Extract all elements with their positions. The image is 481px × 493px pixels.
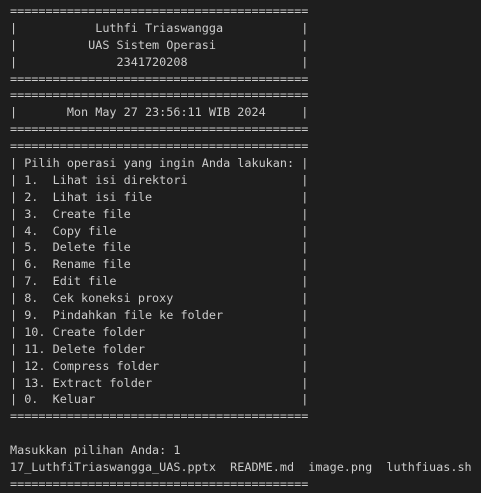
- header-name: | Luthfi Triaswangga |: [10, 20, 309, 35]
- menu-prompt: | Pilih operasi yang ingin Anda lakukan:…: [10, 156, 309, 171]
- menu-item-13: | 13. Extract folder |: [10, 375, 309, 390]
- menu-item-4: | 4. Copy file |: [10, 223, 309, 238]
- menu-item-7: | 7. Edit file |: [10, 274, 309, 289]
- terminal-output[interactable]: ========================================…: [0, 0, 481, 491]
- border-menu-bottom: ========================================…: [10, 409, 309, 424]
- border-menu-top: ========================================…: [10, 139, 309, 154]
- menu-item-6: | 6. Rename file |: [10, 257, 309, 272]
- date-time: | Mon May 27 23:56:11 WIB 2024 |: [10, 105, 309, 120]
- border-bottom: ========================================…: [10, 476, 309, 491]
- input-prompt: Masukkan pilihan Anda: 1: [10, 443, 181, 458]
- border-header-bottom: ========================================…: [10, 71, 309, 86]
- menu-item-3: | 3. Create file |: [10, 206, 309, 221]
- menu-item-5: | 5. Delete file |: [10, 240, 309, 255]
- menu-item-10: | 10. Create folder |: [10, 324, 309, 339]
- menu-item-8: | 8. Cek koneksi proxy |: [10, 291, 309, 306]
- border-date-top: ========================================…: [10, 88, 309, 103]
- directory-listing: 17_LuthfiTriaswangga_UAS.pptx README.md …: [10, 460, 472, 475]
- menu-item-12: | 12. Compress folder |: [10, 358, 309, 373]
- border-date-bottom: ========================================…: [10, 122, 309, 137]
- menu-item-0: | 0. Keluar |: [10, 392, 309, 407]
- border-top: ========================================…: [10, 4, 309, 18]
- menu-item-1: | 1. Lihat isi direktori |: [10, 172, 309, 187]
- menu-item-11: | 11. Delete folder |: [10, 341, 309, 356]
- menu-item-2: | 2. Lihat isi file |: [10, 189, 309, 204]
- menu-item-9: | 9. Pindahkan file ke folder |: [10, 308, 309, 323]
- header-course: | UAS Sistem Operasi |: [10, 37, 309, 52]
- header-student-id: | 2341720208 |: [10, 54, 309, 69]
